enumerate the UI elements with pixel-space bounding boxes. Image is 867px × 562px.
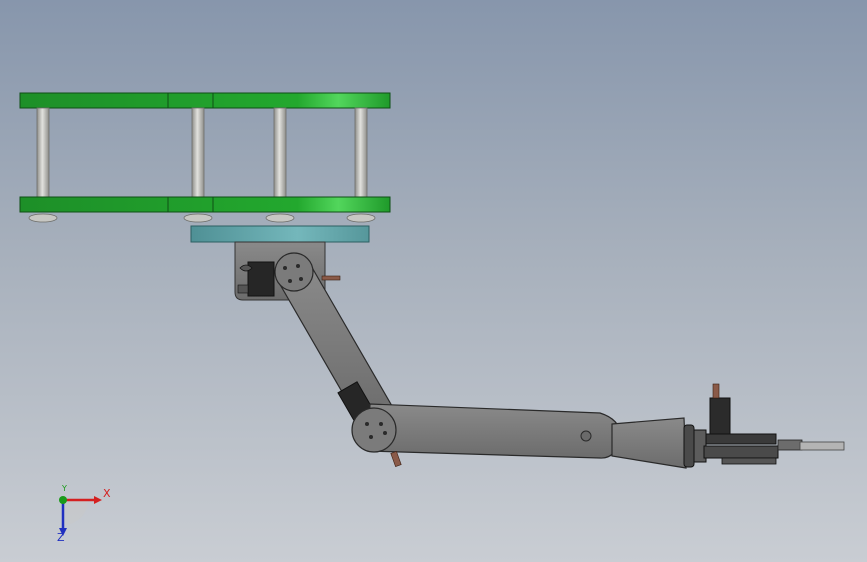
robot-arm-model[interactable] <box>0 0 867 562</box>
axis-z-label: Z <box>57 531 65 544</box>
bottom-green-plate[interactable] <box>19 196 391 213</box>
cad-viewport[interactable]: X Y Z <box>0 0 867 562</box>
forearm-link[interactable] <box>351 403 625 467</box>
wrist-link[interactable] <box>611 417 687 469</box>
gripper-assembly[interactable] <box>683 383 845 468</box>
standoff-nuts <box>28 213 376 223</box>
base-rotation-plate[interactable] <box>190 225 370 243</box>
axis-y-label: Y <box>62 484 67 493</box>
standoff-rods <box>36 107 368 199</box>
axis-triad: X Y Z <box>40 478 120 548</box>
axis-x-label: X <box>103 487 111 500</box>
top-green-plate[interactable] <box>19 92 391 109</box>
